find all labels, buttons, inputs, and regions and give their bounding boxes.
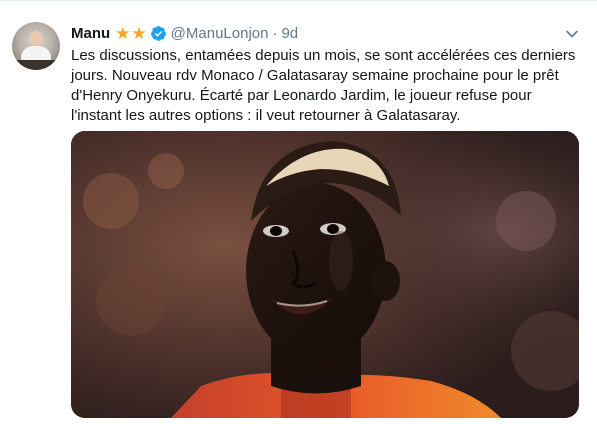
verified-badge-icon	[150, 25, 166, 41]
tweet-text: Les discussions, entamées depuis un mois…	[71, 47, 576, 124]
display-name[interactable]: Manu	[71, 25, 110, 42]
star-icon: ★	[131, 23, 147, 43]
tweet[interactable]: Manu ★ ★ @ManuLonjon · 9d Les discussion…	[0, 0, 597, 424]
divider	[0, 0, 597, 1]
chevron-down-icon[interactable]	[565, 27, 579, 41]
tweet-header: Manu ★ ★ @ManuLonjon · 9d	[71, 22, 298, 44]
separator-dot: ·	[272, 24, 278, 42]
avatar-desk	[12, 60, 60, 70]
star-icon: ★	[115, 23, 131, 43]
avatar-face	[29, 31, 43, 47]
tweet-photo[interactable]	[71, 131, 579, 418]
user-handle[interactable]: @ManuLonjon	[171, 25, 269, 42]
player-photo	[71, 131, 579, 418]
timestamp[interactable]: 9d	[281, 25, 298, 42]
avatar[interactable]	[12, 22, 60, 70]
